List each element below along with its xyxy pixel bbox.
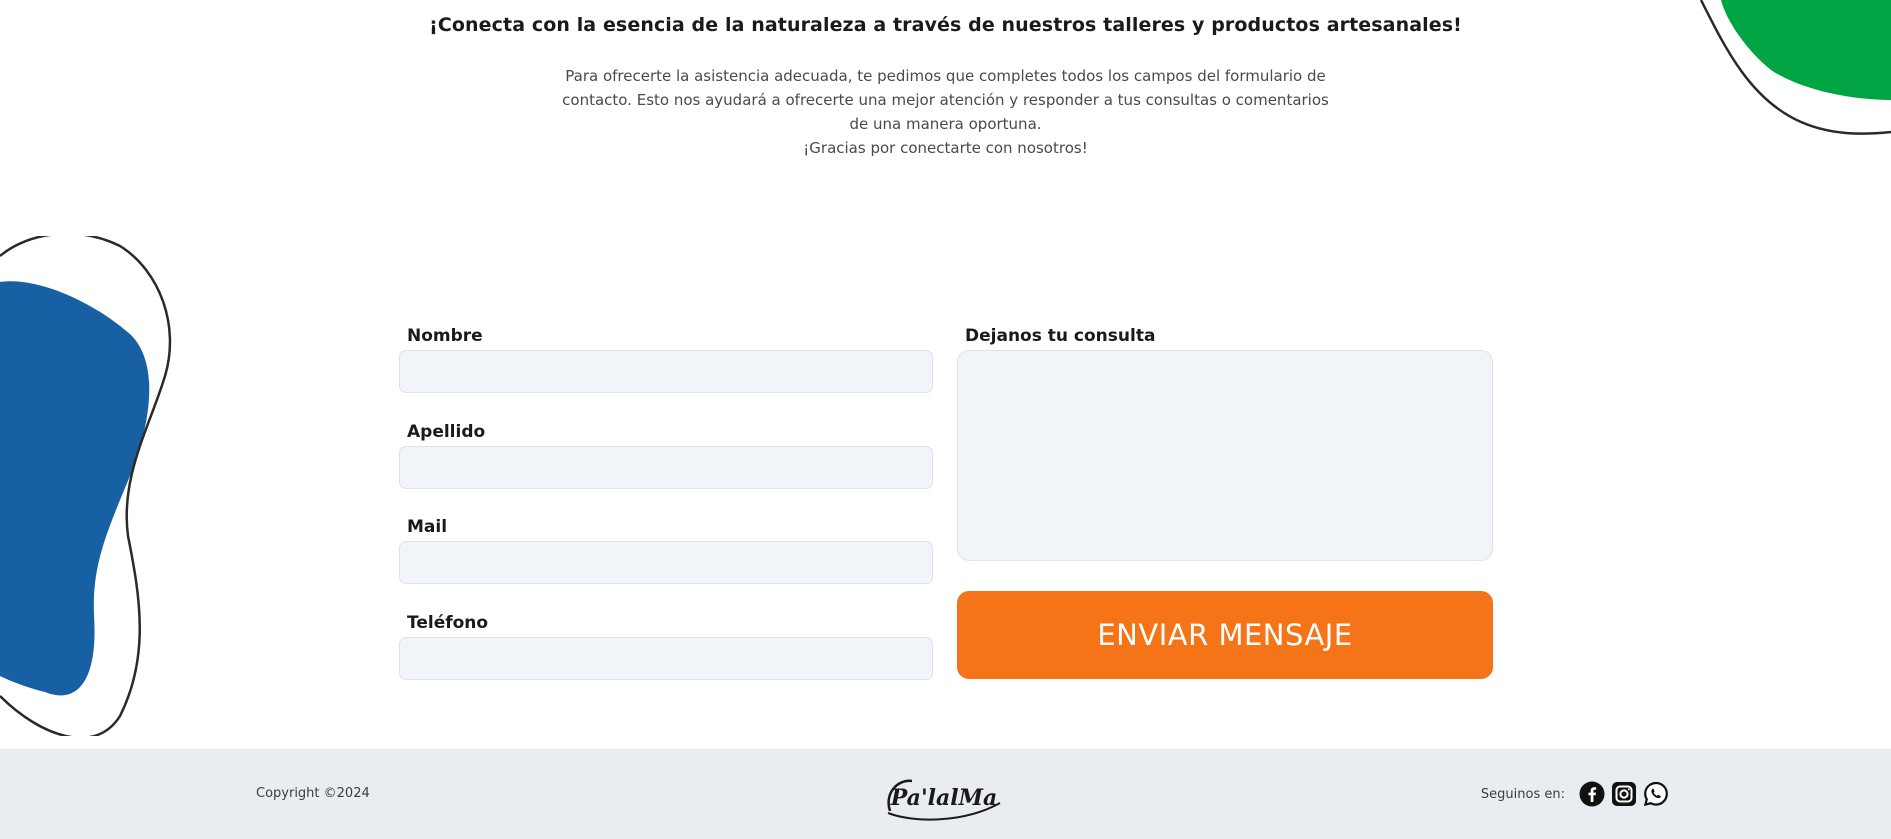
send-message-button[interactable]: ENVIAR MENSAJE	[957, 591, 1493, 679]
copyright-text: Copyright ©2024	[256, 786, 370, 801]
social-label: Seguinos en:	[1480, 786, 1565, 802]
intro-section: ¡Conecta con la esencia de la naturaleza…	[0, 14, 1891, 160]
facebook-icon[interactable]	[1579, 781, 1605, 807]
intro-body: Para ofrecerte la asistencia adecuada, t…	[556, 64, 1336, 160]
whatsapp-icon[interactable]	[1643, 781, 1669, 807]
message-label: Dejanos tu consulta	[965, 326, 1156, 346]
footer: Copyright ©2024 Pa'lalMa Seguinos en:	[0, 749, 1891, 839]
email-input[interactable]	[399, 541, 933, 584]
contact-form: Nombre Apellido Mail Teléfono Dejanos tu…	[399, 322, 1493, 682]
name-input[interactable]	[399, 350, 933, 393]
intro-title: ¡Conecta con la esencia de la naturaleza…	[429, 14, 1462, 36]
phone-field-group: Teléfono	[399, 609, 933, 705]
contact-fields-column: Nombre Apellido Mail Teléfono	[399, 322, 933, 704]
name-label: Nombre	[407, 326, 483, 346]
name-field-group: Nombre	[399, 322, 933, 418]
intro-thanks: ¡Gracias por conectarte con nosotros!	[803, 139, 1088, 157]
blob-outline-shape	[0, 236, 172, 736]
email-label: Mail	[407, 517, 448, 537]
surname-input[interactable]	[399, 445, 933, 489]
instagram-icon[interactable]	[1611, 781, 1637, 807]
decorative-blob-left	[0, 236, 172, 736]
message-column: Dejanos tu consulta ENVIAR MENSAJE	[957, 322, 1493, 679]
logo-wordmark: Pa'lalMa	[890, 785, 998, 811]
phone-input[interactable]	[399, 636, 933, 680]
surname-label: Apellido	[407, 421, 486, 442]
blue-blob-shape	[0, 281, 150, 696]
social-links: Seguinos en:	[1481, 749, 1669, 839]
intro-paragraph: Para ofrecerte la asistencia adecuada, t…	[562, 67, 1329, 133]
email-field-group: Mail	[399, 513, 933, 609]
message-textarea[interactable]	[957, 350, 1493, 561]
surname-field-group: Apellido	[399, 418, 933, 514]
brand-logo[interactable]: Pa'lalMa	[884, 773, 1004, 821]
phone-label: Teléfono	[407, 612, 489, 633]
